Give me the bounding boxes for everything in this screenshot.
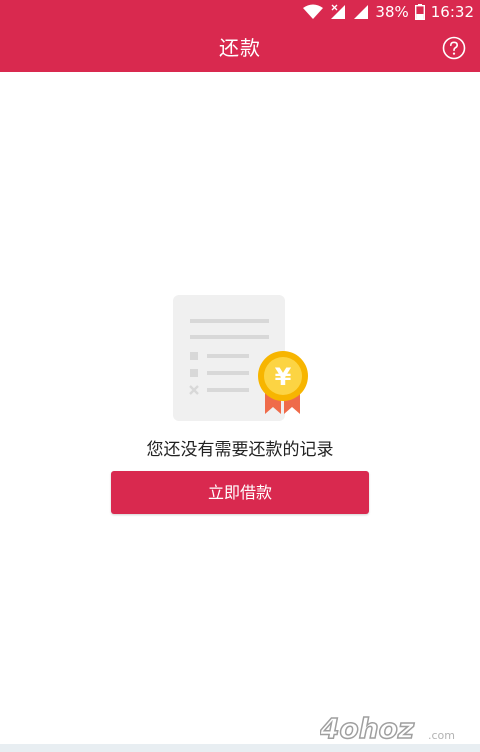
help-circle-icon <box>442 36 466 60</box>
cellular-no-sim-icon <box>331 4 346 19</box>
status-time: 16:32 <box>430 3 474 21</box>
coin-yen-symbol: ¥ <box>275 363 292 391</box>
page-title: 还款 <box>219 36 261 60</box>
status-bar: 38% 16:32 <box>0 0 480 24</box>
battery-icon <box>414 4 425 20</box>
bottom-edge <box>0 744 480 752</box>
cellular-signal-icon <box>354 5 369 19</box>
battery-percent: 38% <box>375 3 409 21</box>
svg-text:4ohoz: 4ohoz <box>320 714 415 744</box>
document-coin-badge-icon: ¥ <box>173 295 308 421</box>
empty-message: 您还没有需要还款的记录 <box>146 440 334 460</box>
app-bar: 还款 <box>0 24 480 72</box>
borrow-now-button[interactable]: 立即借款 <box>111 471 369 514</box>
status-icons: 38% 16:32 <box>303 0 474 24</box>
watermark-logo: 4ohoz .com <box>320 714 455 744</box>
wifi-icon <box>303 4 324 19</box>
help-button[interactable] <box>442 36 466 60</box>
svg-text:.com: .com <box>428 729 455 742</box>
